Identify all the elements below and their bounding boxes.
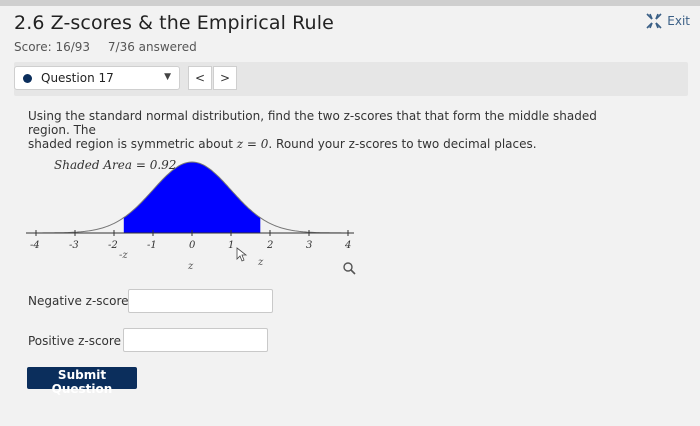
prompt-line-2-post: . Round your z-scores to two decimal pla… <box>268 137 537 151</box>
cursor-icon <box>236 247 248 262</box>
shaded-area-annotation: Shaded Area = 0.92 <box>54 158 176 172</box>
page-title: 2.6 Z-scores & the Empirical Rule <box>14 12 334 34</box>
negative-z-label: Negative z-score = <box>28 294 143 308</box>
negative-z-input[interactable] <box>128 289 273 313</box>
marker-z-right: z <box>257 257 264 268</box>
x-tick-label: 1 <box>228 240 234 251</box>
shaded-region <box>123 162 261 233</box>
caret-down-icon: ▼ <box>164 72 171 82</box>
question-prompt: Using the standard normal distribution, … <box>28 109 638 151</box>
positive-z-label: Positive z-score = <box>28 334 135 348</box>
question-select[interactable]: Question 17 ▼ <box>14 66 180 90</box>
next-question-button[interactable]: > <box>213 66 237 90</box>
previous-question-button[interactable]: < <box>188 66 212 90</box>
x-tick-label: -1 <box>147 240 157 251</box>
prompt-math: z = 0 <box>236 137 269 151</box>
marker-neg-z: -z <box>119 250 128 261</box>
prompt-line-1: Using the standard normal distribution, … <box>28 109 597 137</box>
top-border <box>0 0 700 6</box>
exit-icon <box>646 13 662 29</box>
x-tick-label: 2 <box>266 240 273 251</box>
exit-button[interactable]: Exit <box>645 12 690 30</box>
marker-z-center: z <box>187 261 194 272</box>
x-tick-label: -3 <box>69 240 79 251</box>
question-select-label: Question 17 <box>41 71 114 85</box>
x-tick-label: 3 <box>306 240 312 251</box>
exit-label: Exit <box>667 14 690 28</box>
x-tick-label: -2 <box>108 240 118 251</box>
answered-count: 7/36 answered <box>107 40 197 54</box>
normal-distribution-chart: -4 -3 -2 -1 0 1 2 3 4 Shaded Area = 0.92 -z z z <box>26 158 356 275</box>
x-tick-label: 0 <box>189 240 196 251</box>
status-dot-icon <box>23 74 32 83</box>
score-label: Score: 16/93 <box>14 40 91 54</box>
score-summary: Score: 16/93 7/36 answered <box>14 40 197 54</box>
submit-question-button[interactable]: Submit Question <box>27 367 137 396</box>
zoom-magnifier-icon[interactable] <box>343 262 356 275</box>
positive-z-input[interactable] <box>123 328 268 352</box>
x-tick-label: 4 <box>344 240 351 251</box>
x-tick-label: -4 <box>30 240 40 251</box>
prompt-line-2-pre: shaded region is symmetric about <box>28 137 237 151</box>
